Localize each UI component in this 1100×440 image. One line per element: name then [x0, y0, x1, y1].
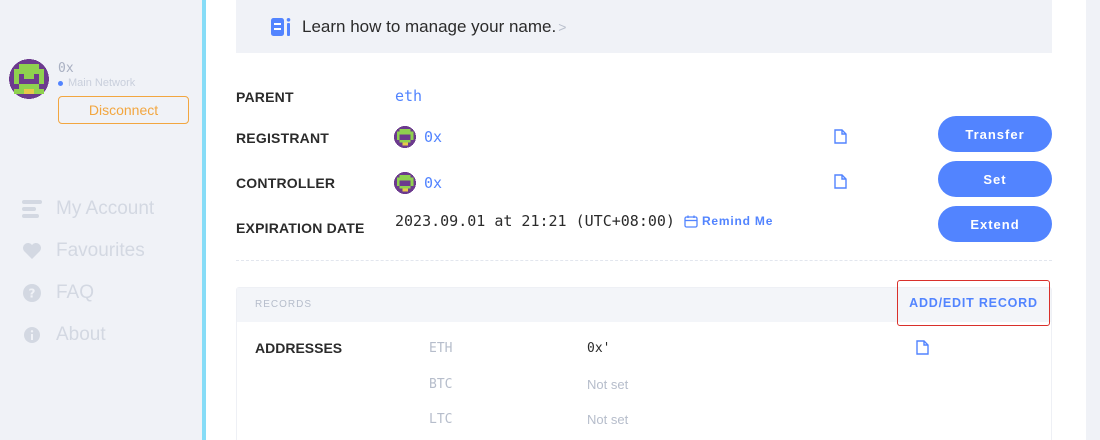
controller-avatar [394, 172, 416, 194]
banner-text: Learn how to manage your name. [302, 16, 557, 36]
network-label: Main Network [68, 77, 136, 89]
set-button[interactable]: Set [938, 161, 1052, 197]
controller-address[interactable]: 0x [394, 172, 442, 194]
transfer-button[interactable]: Transfer [938, 116, 1052, 152]
nav-about[interactable]: About [22, 324, 106, 346]
addresses-label: ADDRESSES [255, 340, 343, 356]
account-icon [22, 199, 42, 219]
user-avatar [9, 59, 49, 99]
nav-favourites[interactable]: Favourites [22, 240, 145, 262]
extend-button[interactable]: Extend [938, 206, 1052, 242]
copy-icon[interactable] [834, 129, 847, 144]
expiration-date: 2023.09.01 at 21:21 (UTC+08:00) Remind M… [395, 212, 773, 230]
nav-label: Favourites [56, 240, 145, 261]
nav-label: About [56, 324, 106, 345]
coin-ltc: LTC [429, 412, 453, 427]
coin-eth: ETH [429, 341, 453, 356]
nav-my-account[interactable]: My Account [22, 198, 154, 220]
question-icon: ? [22, 283, 42, 303]
sidebar: 0x Main Network Disconnect My Account Fa… [0, 0, 202, 440]
btc-address: Not set [587, 377, 629, 392]
network-status: Main Network [58, 77, 135, 89]
registrant-label: REGISTRANT [236, 130, 329, 146]
eth-address: 0x' [587, 341, 611, 356]
controller-label: CONTROLLER [236, 175, 336, 191]
coin-btc: BTC [429, 377, 453, 392]
nav-label: My Account [56, 198, 155, 219]
controller-value: 0x [424, 174, 443, 192]
help-banner[interactable]: Learn how to manage your name. > [236, 0, 1052, 53]
remind-me-button[interactable]: Remind Me [684, 214, 773, 228]
ltc-address: Not set [587, 412, 629, 427]
nav-label: FAQ [56, 282, 95, 303]
nav-faq[interactable]: ? FAQ [22, 282, 94, 304]
registrant-address[interactable]: 0x [394, 126, 442, 148]
parent-link[interactable]: eth [395, 87, 422, 105]
add-edit-record-button[interactable]: ADD/EDIT RECORD [897, 280, 1050, 326]
account-name: 0x [58, 61, 74, 76]
remind-label: Remind Me [701, 214, 774, 228]
registrant-avatar [394, 126, 416, 148]
svg-text:?: ? [29, 287, 36, 301]
copy-icon[interactable] [834, 174, 847, 189]
expiration-label: EXPIRATION DATE [236, 220, 365, 236]
chevron-right-icon: > [558, 18, 567, 35]
expiration-value: 2023.09.01 at 21:21 (UTC+08:00) [395, 212, 675, 230]
section-divider [236, 260, 1052, 261]
parent-label: PARENT [236, 89, 294, 105]
calendar-icon [684, 215, 698, 228]
records-title: RECORDS [255, 299, 313, 310]
heart-icon [22, 241, 42, 261]
book-icon [271, 17, 293, 36]
disconnect-button[interactable]: Disconnect [58, 96, 189, 124]
name-details-panel: Learn how to manage your name. > PARENT … [206, 0, 1086, 440]
records-section: RECORDS ADD/EDIT RECORD ADDRESSES ETH 0x… [236, 280, 1052, 440]
right-gutter [1086, 0, 1100, 440]
network-dot-icon [58, 80, 63, 86]
registrant-value: 0x [424, 128, 443, 146]
info-icon [22, 325, 42, 345]
copy-icon[interactable] [916, 340, 929, 355]
